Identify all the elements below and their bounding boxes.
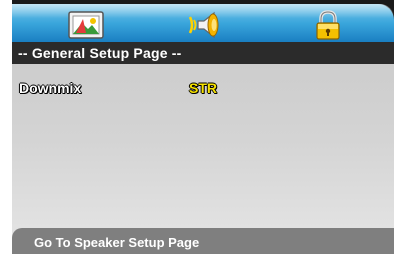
setup-menu-screen: -- General Setup Page -- Downmix STR Go …	[12, 0, 394, 254]
footer-hint: Go To Speaker Setup Page	[12, 228, 394, 254]
lock-icon[interactable]	[308, 9, 348, 41]
audio-setup-icon[interactable]	[184, 9, 224, 41]
setting-value[interactable]: STR	[189, 80, 217, 96]
page-title: -- General Setup Page --	[12, 42, 394, 64]
setting-label: Downmix	[19, 80, 82, 96]
menu-tab-tray	[12, 4, 394, 42]
general-setup-icon[interactable]	[66, 9, 106, 41]
setting-row-downmix[interactable]: Downmix STR	[12, 80, 394, 98]
